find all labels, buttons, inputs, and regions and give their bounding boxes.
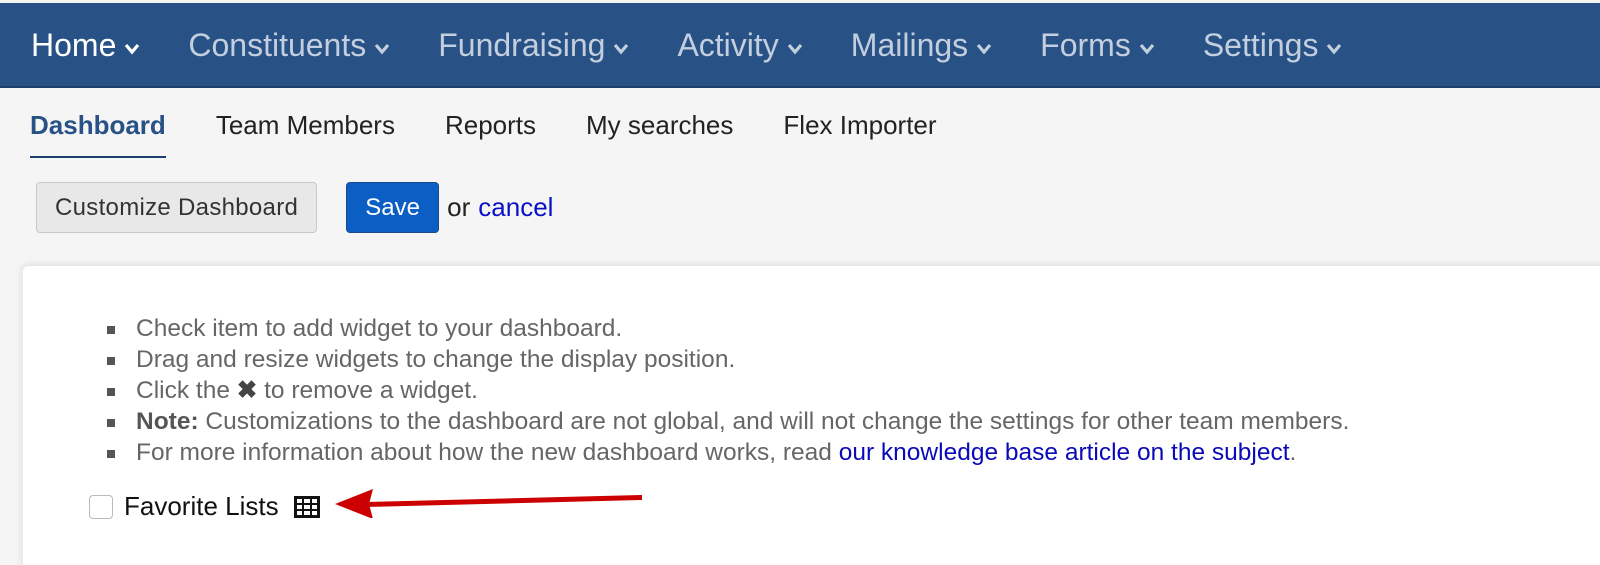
customize-panel: Check item to add widget to your dashboa… [22, 265, 1600, 565]
arrow-head [335, 489, 373, 518]
bullet-icon [107, 357, 115, 365]
instruction-item: Note: Customizations to the dashboard ar… [107, 406, 1349, 437]
dashboard-actions: Customize Dashboard Save or cancel [36, 182, 553, 233]
widget-option-favorite-lists: Favorite Lists [89, 491, 320, 522]
save-button[interactable]: Save [346, 182, 440, 233]
tab-reports[interactable]: Reports [445, 90, 536, 158]
instructions-list: Check item to add widget to your dashboa… [107, 313, 1349, 468]
top-nav: Home Constituents Fundraising Activity M… [0, 3, 1600, 88]
or-text: or [447, 192, 471, 222]
instruction-text: Click the [136, 377, 230, 404]
top-nav-label: Constituents [188, 27, 367, 63]
top-nav-fundraising[interactable]: Fundraising [438, 27, 629, 64]
remove-x-icon: ✖ [236, 377, 258, 404]
top-nav-label: Mailings [850, 27, 969, 63]
instruction-text: to remove a widget. [264, 377, 478, 404]
instruction-item: Check item to add widget to your dashboa… [107, 313, 1349, 344]
annotation-arrow [335, 489, 642, 518]
top-nav-activity[interactable]: Activity [677, 27, 802, 64]
tab-dashboard[interactable]: Dashboard [30, 90, 166, 158]
arrow-shaft [365, 495, 642, 507]
chevron-down-icon [976, 43, 992, 55]
favorite-lists-checkbox[interactable] [89, 494, 113, 519]
top-nav-constituents[interactable]: Constituents [188, 27, 390, 64]
note-label: Note: [136, 408, 199, 435]
top-nav-mailings[interactable]: Mailings [851, 27, 992, 64]
top-nav-home[interactable]: Home [31, 27, 140, 64]
bullet-icon [107, 450, 115, 458]
instruction-text: Customizations to the dashboard are not … [205, 408, 1350, 435]
chevron-down-icon [374, 43, 390, 55]
bullet-icon [107, 419, 115, 427]
bullet-icon [107, 388, 115, 396]
tab-team-members[interactable]: Team Members [216, 90, 395, 158]
top-nav-forms[interactable]: Forms [1040, 27, 1155, 64]
top-navigation-bar: Home Constituents Fundraising Activity M… [0, 3, 1600, 88]
instruction-text: For more information about how the new d… [136, 439, 832, 466]
top-nav-label: Fundraising [438, 27, 606, 63]
chevron-down-icon [1326, 43, 1342, 55]
top-nav-settings[interactable]: Settings [1203, 27, 1343, 64]
instruction-item: For more information about how the new d… [107, 437, 1349, 468]
sub-navigation: Dashboard Team Members Reports My search… [0, 90, 1600, 160]
chevron-down-icon [613, 43, 629, 55]
chevron-down-icon [1139, 43, 1155, 55]
instruction-text: Drag and resize widgets to change the di… [136, 346, 736, 373]
top-nav-label: Home [31, 27, 117, 63]
cancel-link[interactable]: cancel [478, 192, 553, 223]
instruction-text: Check item to add widget to your dashboa… [136, 315, 623, 342]
top-nav-label: Settings [1202, 27, 1319, 63]
tab-my-searches[interactable]: My searches [586, 90, 733, 158]
instruction-item: Click the ✖ to remove a widget. [107, 375, 1349, 406]
customize-dashboard-button[interactable]: Customize Dashboard [36, 182, 318, 233]
widget-label: Favorite Lists [124, 491, 279, 521]
top-nav-label: Activity [677, 27, 779, 63]
bullet-icon [107, 326, 115, 334]
tab-flex-importer[interactable]: Flex Importer [783, 90, 936, 158]
instruction-text: . [1289, 439, 1297, 466]
instruction-item: Drag and resize widgets to change the di… [107, 344, 1349, 375]
knowledge-base-link[interactable]: our knowledge base article on the subjec… [839, 439, 1290, 466]
table-grid-icon [293, 495, 320, 518]
chevron-down-icon [787, 43, 803, 55]
chevron-down-icon [124, 43, 140, 55]
top-nav-label: Forms [1040, 27, 1131, 63]
